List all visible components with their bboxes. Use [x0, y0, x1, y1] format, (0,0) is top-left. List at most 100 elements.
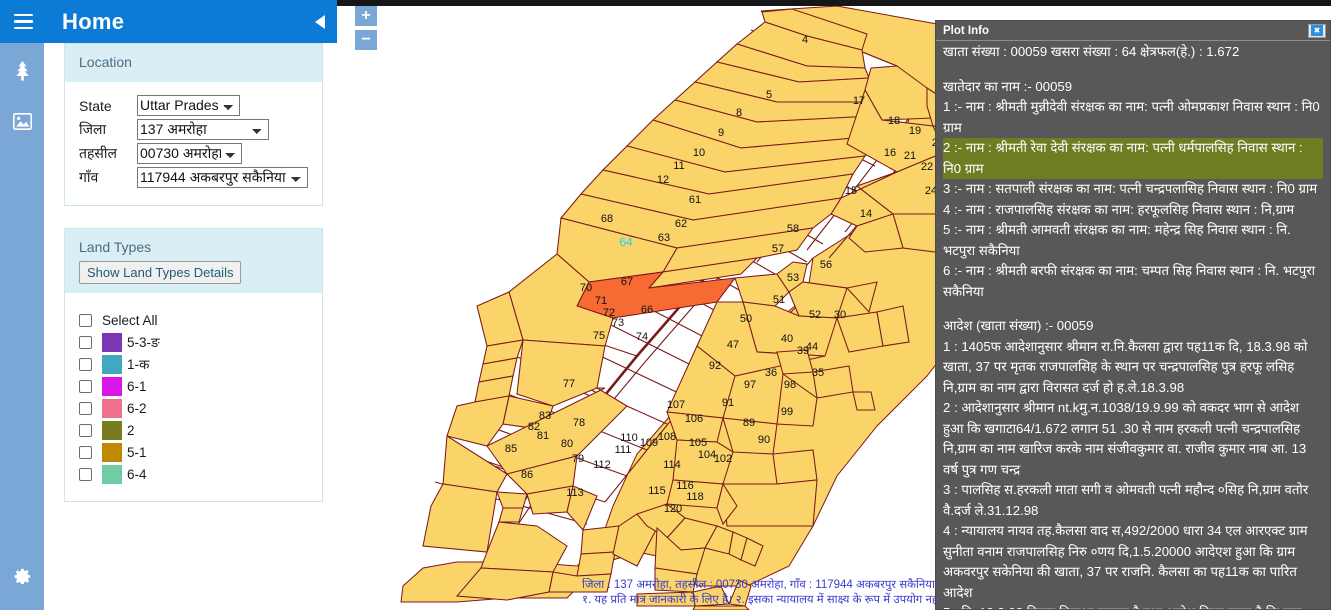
plot-info-header: Plot Info ✖ — [936, 21, 1330, 41]
plot-summary: खाता संख्या : 00059 खसरा संख्या : 64 क्ष… — [943, 44, 1240, 59]
parcel-label: 21 — [904, 150, 916, 162]
parcel-label: 9 — [718, 127, 724, 139]
select-all-checkbox[interactable] — [79, 313, 92, 327]
hamburger-icon[interactable] — [0, 0, 46, 43]
parcel-label: 73 — [612, 317, 624, 329]
land-type-checkbox[interactable] — [79, 401, 92, 415]
parcel-label: 15 — [845, 185, 857, 197]
parcel-35 — [852, 391, 876, 411]
parcel-label: 5 — [766, 89, 772, 101]
land-type-row[interactable]: 5-1 — [79, 441, 308, 463]
parcel-label: 113 — [566, 487, 584, 499]
parcel-label: 92 — [709, 360, 721, 372]
land-type-checkbox[interactable] — [79, 423, 92, 437]
location-card: Location State Uttar Pradesh जिला 137 अम… — [64, 43, 323, 206]
parcel-label: 11 — [673, 160, 684, 172]
parcel-label: 8 — [736, 107, 742, 119]
show-land-types-details-button[interactable]: Show Land Types Details — [79, 261, 242, 284]
parcel-label: 71 — [595, 295, 607, 307]
owner-entry: 6 :- नाम : श्रीमती बरफी संरक्षक का नाम: … — [943, 263, 1316, 299]
label-village: गाँव — [79, 169, 99, 185]
land-types-list: Select All 5-3-ङ 1-क 6-1 6-2 2 5-1 6-4 — [79, 307, 308, 485]
state-select[interactable]: Uttar Pradesh — [137, 95, 240, 116]
parcel-label: 50 — [740, 313, 752, 325]
page-title: Home — [62, 8, 125, 34]
parcel-label: 83 — [539, 410, 551, 422]
land-type-color-swatch — [102, 376, 122, 396]
land-type-label: 6-4 — [127, 466, 147, 482]
land-type-color-swatch — [102, 420, 122, 440]
village-select[interactable]: 117944 अकबरपुर सकैनिया — [137, 167, 308, 188]
location-card-body: State Uttar Pradesh जिला 137 अमरोहा तहसी… — [65, 82, 322, 205]
land-type-color-swatch — [102, 354, 122, 374]
land-type-checkbox[interactable] — [79, 379, 92, 393]
parcel-label: 86 — [521, 469, 533, 481]
parcel-label: 63 — [658, 232, 670, 244]
left-panel-column: Location State Uttar Pradesh जिला 137 अम… — [44, 43, 337, 610]
image-icon[interactable] — [0, 99, 44, 143]
parcel-label: 52 — [809, 309, 821, 321]
parcel-label: 77 — [563, 378, 575, 390]
plot-info-title: Plot Info — [943, 24, 989, 37]
land-type-checkbox[interactable] — [79, 335, 92, 349]
parcel-label: 36 — [765, 367, 777, 379]
zoom-out-button[interactable]: − — [355, 30, 377, 50]
land-type-label: 2 — [127, 422, 135, 438]
land-types-card-body: Select All 5-3-ङ 1-क 6-1 6-2 2 5-1 6-4 — [65, 293, 322, 501]
land-type-color-swatch — [102, 464, 122, 484]
close-icon[interactable]: ✖ — [1308, 23, 1326, 38]
parcel-label: 89 — [743, 417, 755, 429]
parcel-81 — [498, 507, 524, 523]
order-entry: 3 : पालसिह स.हरकली माता सगी व ओमवती पत्न… — [943, 482, 1309, 518]
parcel-label: 19 — [909, 125, 921, 137]
land-type-color-swatch — [102, 398, 122, 418]
land-type-row[interactable]: 6-4 — [79, 463, 308, 485]
parcel-label: 18 — [888, 115, 900, 127]
district-select[interactable]: 137 अमरोहा — [137, 119, 269, 140]
select-all-label: Select All — [102, 312, 158, 328]
land-type-color-swatch — [102, 442, 122, 462]
plot-info-body: खाता संख्या : 00059 खसरा संख्या : 64 क्ष… — [936, 41, 1330, 609]
parcel-75 — [446, 395, 510, 447]
land-type-label: 6-2 — [127, 400, 147, 416]
parcel-label: 12 — [657, 174, 669, 186]
land-type-checkbox[interactable] — [79, 357, 92, 371]
order-heading: आदेश (खाता संख्या) :- 00059 — [943, 318, 1094, 333]
caret-left-icon[interactable] — [303, 0, 337, 43]
parcel-98 — [772, 449, 818, 485]
tree-icon[interactable] — [0, 49, 44, 93]
land-type-row[interactable]: 5-3-ङ — [79, 331, 308, 353]
land-type-checkbox[interactable] — [79, 467, 92, 481]
label-tehsil: तहसील — [79, 145, 117, 161]
parcel-label: 4 — [802, 34, 808, 46]
owner-entry: 5 :- नाम : श्रीमती आमवती संरक्षक का नाम:… — [943, 222, 1291, 258]
tehsil-select[interactable]: 00730 अमरोहा — [137, 143, 242, 164]
land-type-checkbox[interactable] — [79, 445, 92, 459]
parcel-label: 56 — [820, 259, 832, 271]
parcel-label: 16 — [884, 147, 896, 159]
land-type-row[interactable]: 6-2 — [79, 397, 308, 419]
parcel-label: 79 — [572, 453, 584, 465]
parcel-label: 91 — [722, 397, 734, 409]
order-entry: 5 : दि, 18.3.98 निरस्त कियआ दजाता है तथा… — [943, 603, 1323, 609]
gear-icon[interactable] — [0, 554, 44, 598]
parcel-label: 51 — [773, 294, 785, 306]
top-black-strip — [337, 0, 1331, 6]
parcel-label: 81 — [537, 430, 549, 442]
land-type-label: 5-3-ङ — [127, 335, 160, 350]
land-type-row[interactable]: 1-क — [79, 353, 308, 375]
land-type-label: 6-1 — [127, 378, 147, 394]
parcel-label: 80 — [561, 438, 573, 450]
location-card-title: Location — [79, 54, 132, 70]
parcel-label: 44 — [806, 341, 818, 353]
land-types-card-title: Land Types — [79, 239, 152, 255]
land-type-row[interactable]: 2 — [79, 419, 308, 441]
parcel-label: 108 — [658, 431, 676, 443]
zoom-in-button[interactable]: + — [355, 6, 377, 26]
land-type-select-all-row[interactable]: Select All — [79, 309, 308, 331]
parcel-label: 40 — [781, 333, 793, 345]
order-entry: 2 : आदेशानुसार श्रीमान nt.kमु.न.1038/19.… — [943, 400, 1307, 477]
land-type-row[interactable]: 6-1 — [79, 375, 308, 397]
